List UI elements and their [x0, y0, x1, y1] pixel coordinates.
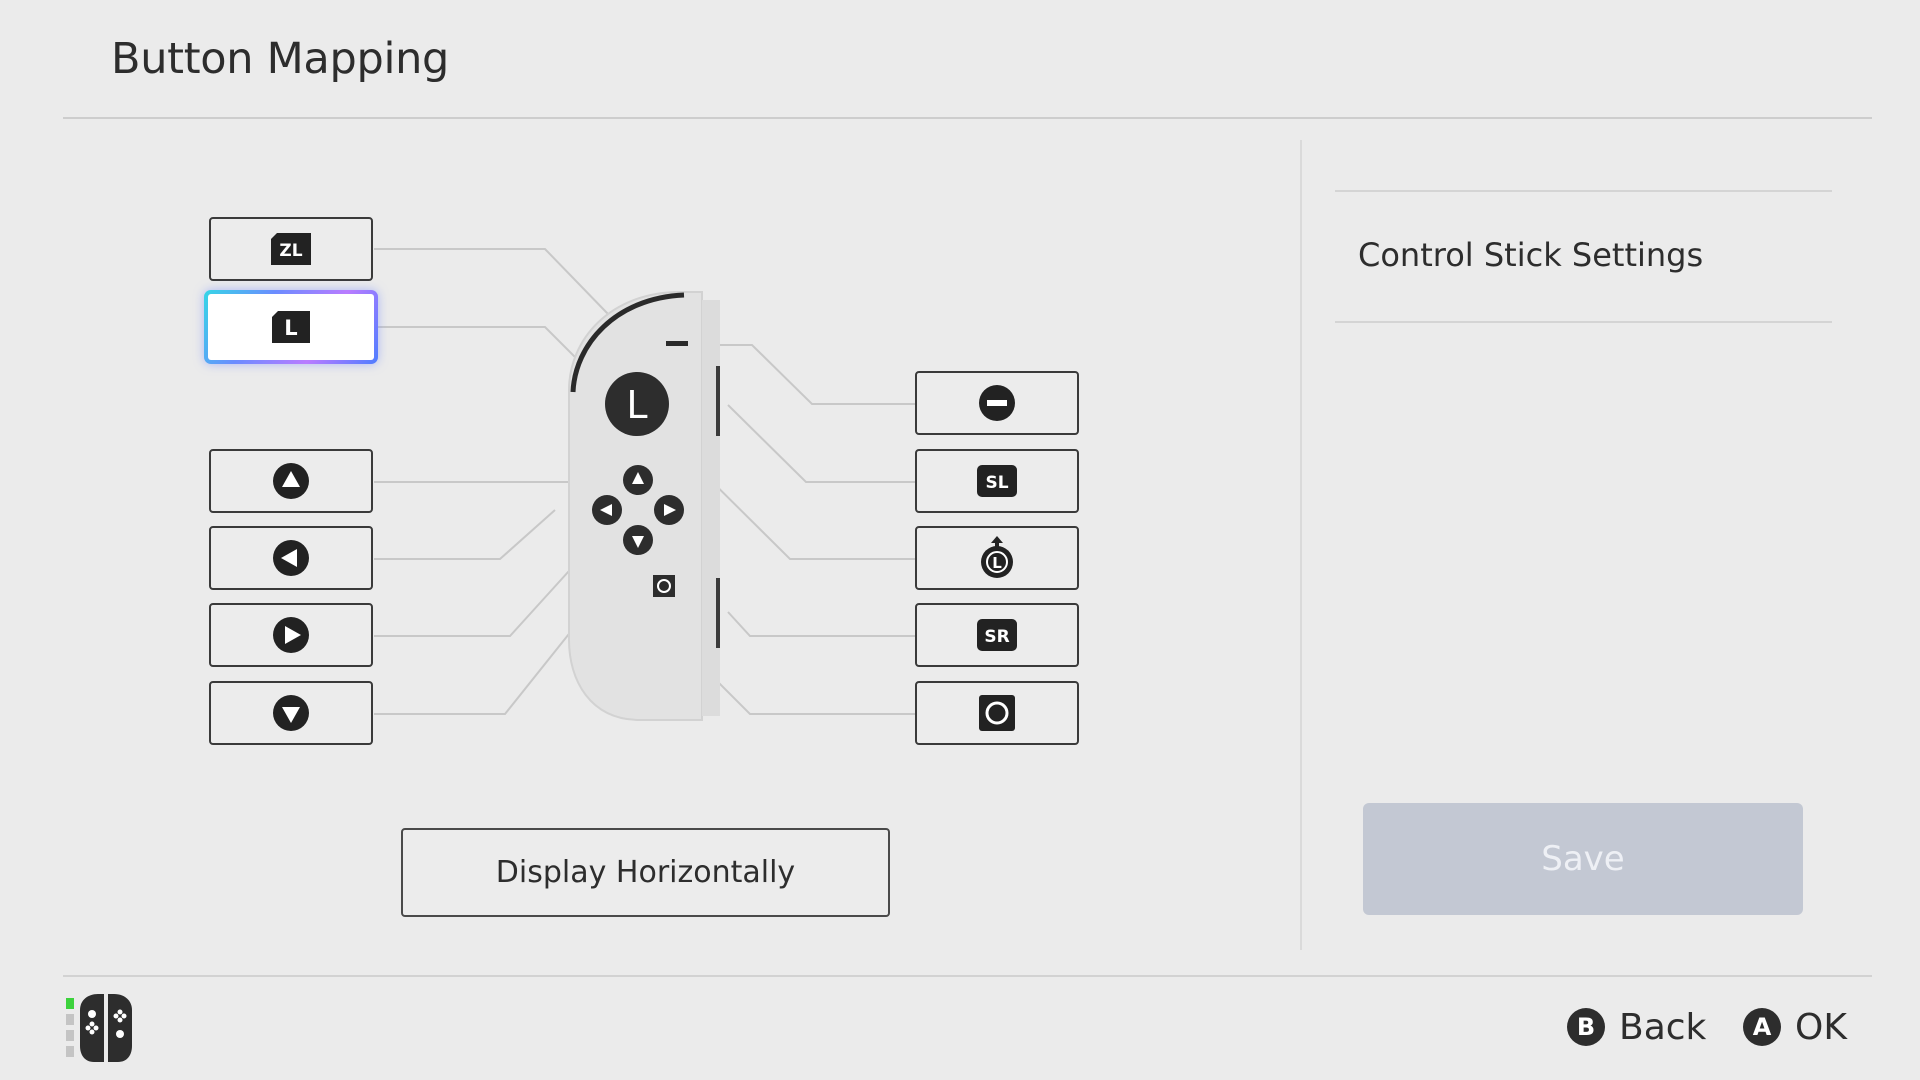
- sr-button-icon: SR: [977, 619, 1017, 651]
- svg-text:L: L: [284, 316, 297, 340]
- svg-text:SL: SL: [985, 473, 1008, 493]
- map-button-dpad-right[interactable]: [209, 603, 373, 667]
- map-button-dpad-down[interactable]: [209, 681, 373, 745]
- svg-text:ZL: ZL: [279, 241, 302, 261]
- dpad-up-icon: [273, 463, 309, 499]
- ok-hint[interactable]: A OK: [1743, 1002, 1847, 1052]
- left-stick-press-icon: L: [981, 536, 1013, 578]
- menu-divider-top: [1335, 190, 1832, 192]
- map-button-zl[interactable]: ZL: [209, 217, 373, 281]
- a-button-icon: A: [1743, 1008, 1781, 1046]
- dpad-right-icon: [273, 617, 309, 653]
- controller-status-icon: [66, 994, 132, 1062]
- joycon-stick-label: L: [626, 383, 647, 427]
- svg-text:SR: SR: [984, 627, 1009, 647]
- map-button-dpad-up[interactable]: [209, 449, 373, 513]
- map-button-dpad-left[interactable]: [209, 526, 373, 590]
- dpad-left-icon: [273, 540, 309, 576]
- dpad-down-icon: [273, 695, 309, 731]
- map-button-left-stick[interactable]: L: [915, 526, 1079, 590]
- svg-text:L: L: [992, 554, 1002, 572]
- map-button-capture[interactable]: [915, 681, 1079, 745]
- map-button-minus[interactable]: [915, 371, 1079, 435]
- back-label: Back: [1619, 1006, 1707, 1048]
- panel-divider: [1300, 140, 1302, 950]
- save-button[interactable]: Save: [1363, 803, 1803, 915]
- capture-button-icon: [979, 695, 1015, 731]
- footer-divider: [63, 975, 1872, 977]
- display-horizontally-button[interactable]: Display Horizontally: [401, 828, 890, 917]
- map-button-sr[interactable]: SR: [915, 603, 1079, 667]
- map-button-sl[interactable]: SL: [915, 449, 1079, 513]
- map-button-l[interactable]: L: [204, 290, 378, 364]
- b-button-icon: B: [1567, 1008, 1605, 1046]
- menu-divider-bottom: [1335, 321, 1832, 323]
- control-stick-settings-item[interactable]: Control Stick Settings: [1358, 236, 1703, 274]
- zl-button-icon: ZL: [271, 233, 311, 265]
- back-hint[interactable]: B Back: [1567, 1002, 1706, 1052]
- ok-label: OK: [1795, 1006, 1847, 1048]
- sl-button-icon: SL: [977, 465, 1017, 497]
- l-button-icon: L: [272, 311, 310, 343]
- minus-button-icon: [979, 385, 1015, 421]
- joycon-capture-icon: [653, 575, 675, 597]
